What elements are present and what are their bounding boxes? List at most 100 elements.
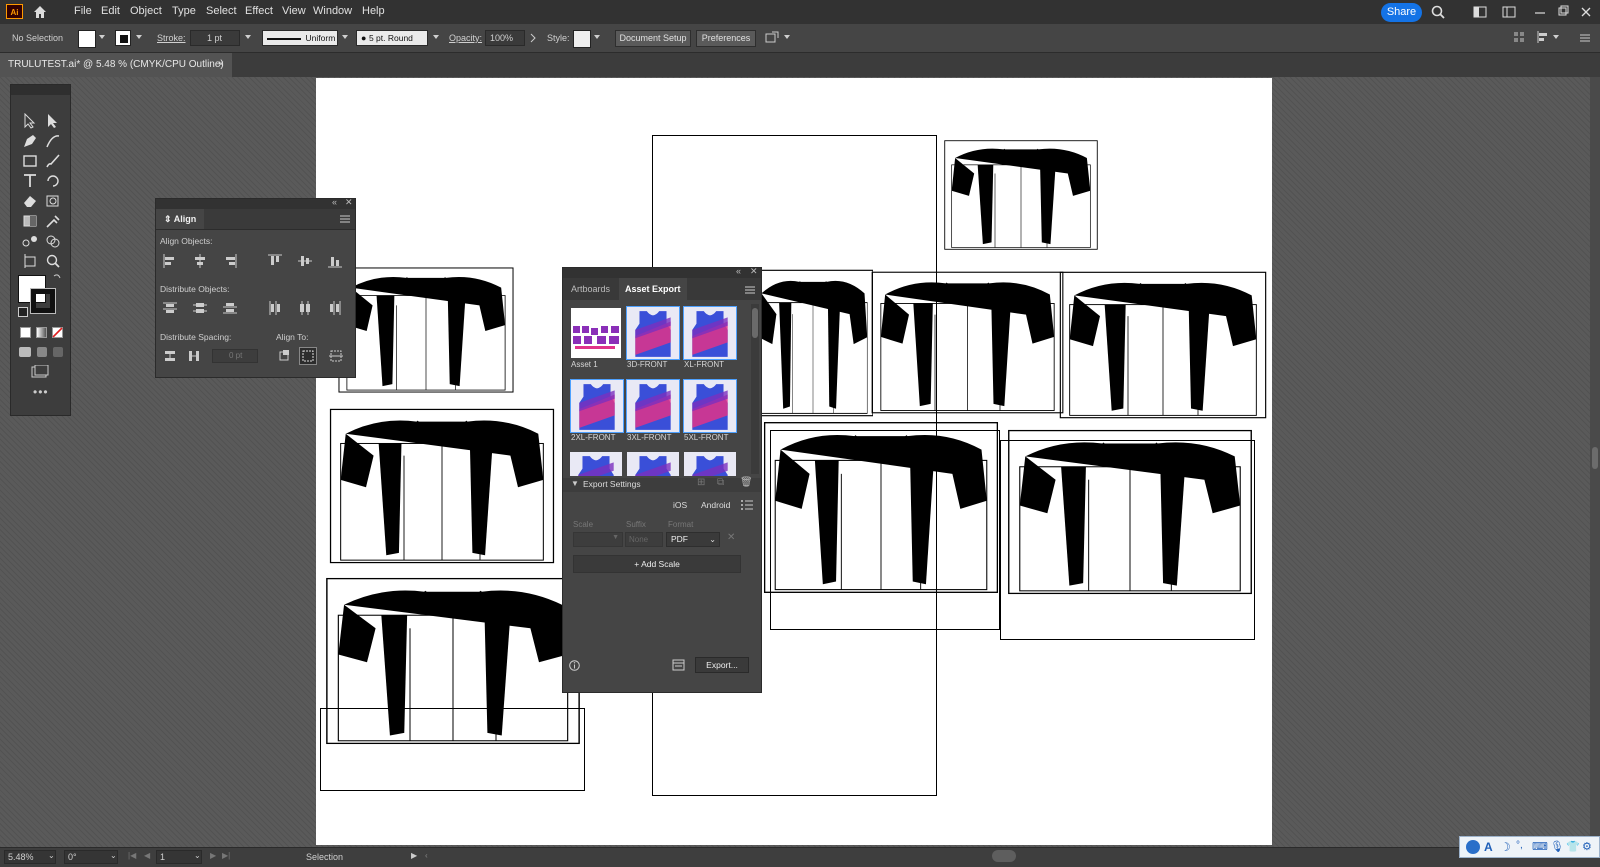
stroke-weight-input[interactable]: 1 pt xyxy=(190,30,240,46)
settings-gear-icon[interactable]: ⚙ xyxy=(1582,840,1596,854)
jersey-artwork[interactable] xyxy=(1006,428,1254,596)
menu-effect[interactable]: Effect xyxy=(245,5,273,17)
workspace-icon[interactable] xyxy=(1473,5,1487,19)
collapse-icon[interactable]: « xyxy=(332,197,337,207)
arrange-documents-icon[interactable] xyxy=(1502,5,1516,19)
distribute-horizontal-center-icon[interactable] xyxy=(298,301,312,315)
horizontal-scroll-thumb[interactable] xyxy=(992,850,1016,862)
align-to-key-object-icon[interactable] xyxy=(299,347,317,365)
panel-menu-icon[interactable] xyxy=(1578,31,1592,45)
align-options-icon[interactable] xyxy=(1536,31,1550,43)
scroll-left-icon[interactable]: ‹ xyxy=(425,851,428,860)
align-left-icon[interactable] xyxy=(163,254,177,268)
export-settings-icon[interactable]: ⊞ xyxy=(697,477,705,488)
format-select[interactable]: PDF ⌄ xyxy=(666,532,720,547)
graphic-style-swatch[interactable] xyxy=(573,30,591,48)
curvature-tool-icon[interactable] xyxy=(44,133,62,149)
asset-thumbnail-row-partial[interactable] xyxy=(570,452,738,476)
screen-mode-icon[interactable] xyxy=(31,365,49,379)
jersey-artwork[interactable] xyxy=(324,576,582,746)
asset-panel-menu-icon[interactable] xyxy=(745,286,755,294)
export-button[interactable]: Export... xyxy=(695,657,749,673)
align-options-dropdown-icon[interactable] xyxy=(1553,35,1559,39)
rectangle-tool-icon[interactable] xyxy=(21,153,39,169)
asset-thumbnail-selected[interactable] xyxy=(570,379,624,433)
jersey-artwork[interactable] xyxy=(337,266,515,394)
variable-width-select[interactable]: Uniform xyxy=(262,30,338,46)
export-settings-header[interactable]: ▼ Export Settings ⊞ ⧉ 🗑 xyxy=(563,477,761,492)
selection-tool-icon[interactable] xyxy=(21,113,39,129)
list-settings-icon[interactable] xyxy=(741,500,753,510)
microphone-icon[interactable]: 🎙 xyxy=(1550,840,1564,854)
align-horizontal-center-icon[interactable] xyxy=(193,254,207,268)
draw-inside-icon[interactable] xyxy=(53,347,63,357)
delete-icon[interactable]: 🗑 xyxy=(740,477,753,488)
ae-collapse-icon[interactable]: « xyxy=(736,266,741,276)
info-icon[interactable] xyxy=(569,660,580,671)
type-tool-icon[interactable] xyxy=(21,173,39,189)
free-transform-tool-icon[interactable] xyxy=(44,193,62,209)
remove-scale-icon[interactable]: ✕ xyxy=(727,532,735,543)
asset-thumbnail-selected[interactable] xyxy=(626,306,680,360)
vertical-scroll-thumb[interactable] xyxy=(1592,447,1598,469)
align-to-selection-icon[interactable] xyxy=(277,349,291,363)
stroke-dropdown-icon[interactable] xyxy=(136,35,142,39)
minimize-icon[interactable] xyxy=(1533,5,1547,19)
distribute-bottom-icon[interactable] xyxy=(223,301,237,315)
menu-select[interactable]: Select xyxy=(206,5,237,17)
document-setup-button[interactable]: Document Setup xyxy=(615,30,691,47)
tab-artboards[interactable]: Artboards xyxy=(565,278,616,300)
add-scale-button[interactable]: + Add Scale xyxy=(573,555,741,573)
gradient-tool-icon[interactable] xyxy=(21,213,39,229)
tools-panel-header[interactable] xyxy=(11,85,70,95)
asset-export-titlebar[interactable]: « ✕ xyxy=(563,266,761,278)
brush-definition-select[interactable]: ● 5 pt. Round xyxy=(356,30,428,46)
keyboard-icon[interactable]: ⌨ xyxy=(1532,840,1548,854)
direct-selection-tool-icon[interactable] xyxy=(44,113,62,129)
align-to-artboard-icon[interactable] xyxy=(329,349,343,363)
first-artboard-icon[interactable]: |◀ xyxy=(128,851,136,860)
fill-swatch[interactable] xyxy=(78,30,96,48)
draw-behind-icon[interactable] xyxy=(37,347,47,357)
edit-toolbar-icon[interactable]: ••• xyxy=(33,385,49,399)
align-panel-titlebar[interactable]: « ✕ xyxy=(156,197,355,209)
menu-type[interactable]: Type xyxy=(172,5,196,17)
jersey-artwork[interactable] xyxy=(762,420,1000,595)
jersey-artwork[interactable] xyxy=(1058,270,1268,420)
menu-help[interactable]: Help xyxy=(362,5,385,17)
ime-moon-icon[interactable]: ☽ xyxy=(1500,840,1514,854)
stroke-color-swatch[interactable] xyxy=(30,288,56,314)
asset-list-scroll-thumb[interactable] xyxy=(752,308,758,338)
none-mode-icon[interactable] xyxy=(52,327,63,338)
color-mode-icon[interactable] xyxy=(20,327,31,338)
duplicate-icon[interactable]: ⧉ xyxy=(717,477,724,488)
swap-colors-icon[interactable] xyxy=(52,273,62,283)
restore-icon[interactable] xyxy=(1556,5,1570,19)
distribute-left-icon[interactable] xyxy=(268,301,282,315)
eyedropper-tool-icon[interactable] xyxy=(44,213,62,229)
search-icon[interactable] xyxy=(1431,5,1445,19)
arrange-dropdown-icon[interactable] xyxy=(784,35,790,39)
last-artboard-icon[interactable]: ▶| xyxy=(222,851,230,860)
menu-view[interactable]: View xyxy=(282,5,306,17)
asset-list-scrollbar[interactable] xyxy=(751,304,759,474)
style-dropdown-icon[interactable] xyxy=(594,35,600,39)
language-globe-icon[interactable] xyxy=(1466,840,1480,854)
gradient-mode-icon[interactable] xyxy=(36,327,47,338)
spacing-input[interactable]: 0 pt xyxy=(212,349,258,363)
opacity-label[interactable]: Opacity: xyxy=(449,33,482,43)
vertical-scrollbar[interactable] xyxy=(1590,77,1600,847)
zoom-dropdown-icon[interactable]: ⌄ xyxy=(48,851,55,860)
next-artboard-icon[interactable]: ▶ xyxy=(210,851,216,860)
menu-edit[interactable]: Edit xyxy=(101,5,120,17)
export-for-screens-icon[interactable] xyxy=(672,659,685,671)
preferences-button[interactable]: Preferences xyxy=(696,30,756,47)
asset-thumbnail-selected[interactable] xyxy=(683,306,737,360)
default-colors-icon[interactable] xyxy=(18,307,28,317)
align-panel-close-icon[interactable]: ✕ xyxy=(345,197,353,208)
align-vertical-center-icon[interactable] xyxy=(298,254,312,268)
pen-tool-icon[interactable] xyxy=(21,133,39,149)
blend-tool-icon[interactable] xyxy=(21,233,39,249)
scale-select[interactable]: ▼ xyxy=(573,532,623,547)
tab-asset-export[interactable]: Asset Export xyxy=(619,278,687,300)
